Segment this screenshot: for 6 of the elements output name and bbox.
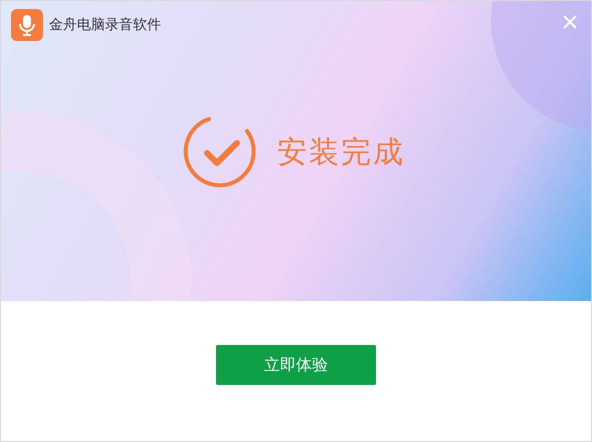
start-button[interactable]: 立即体验 bbox=[216, 345, 376, 385]
status-message: 安装完成 bbox=[277, 134, 405, 172]
close-button[interactable] bbox=[561, 13, 579, 31]
microphone-icon bbox=[11, 9, 43, 41]
window-title: 金舟电脑录音软件 bbox=[49, 16, 161, 34]
close-icon bbox=[562, 14, 578, 30]
